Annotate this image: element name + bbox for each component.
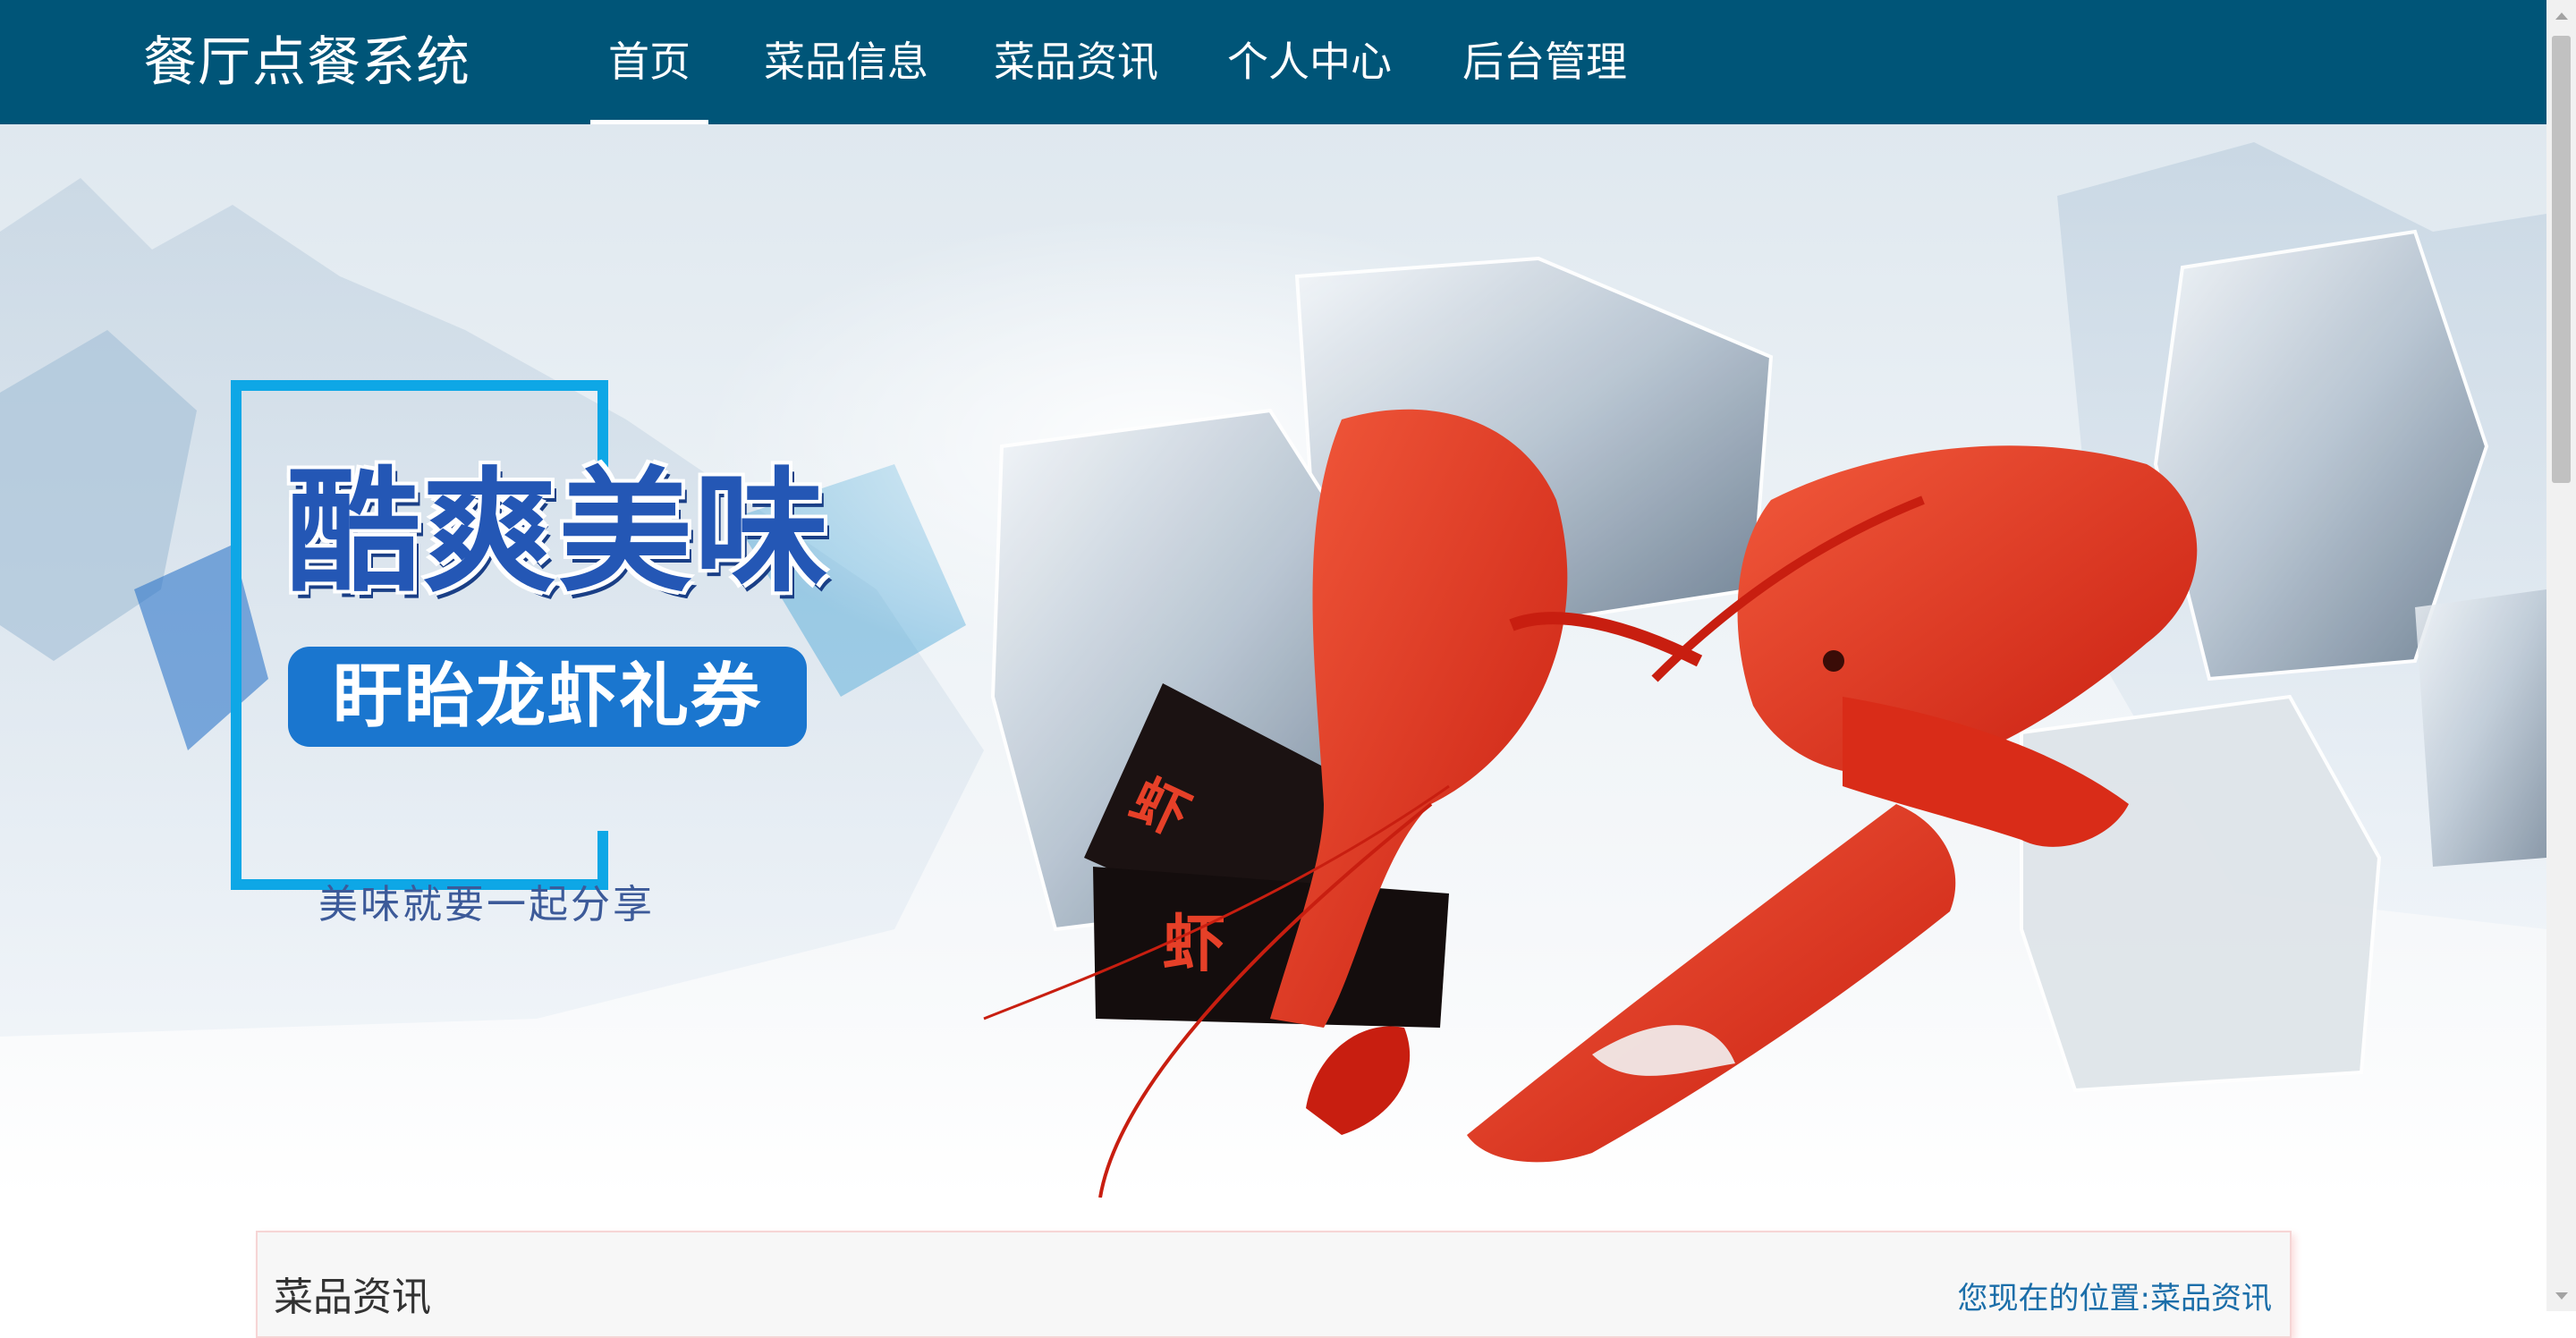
nav-personal-center[interactable]: 个人中心 [1227, 0, 1392, 124]
breadcrumb-prefix: 您现在的位置: [1957, 1281, 2150, 1317]
page-scrollbar[interactable] [2546, 0, 2576, 1311]
top-nav-bar: 餐厅点餐系统 首页 菜品信息 菜品资讯 个人中心 后台管理 [0, 0, 2546, 124]
scroll-up-arrow-icon[interactable] [2546, 0, 2576, 30]
nav-home[interactable]: 首页 [590, 0, 708, 124]
scroll-down-arrow-icon[interactable] [2546, 1282, 2576, 1311]
section-header-panel: 菜品资讯 您现在的位置:菜品资讯 [256, 1231, 2292, 1338]
section-title: 菜品资讯 [274, 1274, 431, 1320]
nav-dish-info[interactable]: 菜品信息 [764, 0, 928, 124]
svg-text:虾: 虾 [1163, 907, 1225, 980]
promo-subline: 美味就要一起分享 [318, 882, 655, 927]
nav-admin[interactable]: 后台管理 [1462, 0, 1627, 124]
scrollbar-thumb[interactable] [2552, 36, 2571, 483]
breadcrumb: 您现在的位置:菜品资讯 [1958, 1279, 2272, 1318]
promo-pill: 盱眙龙虾礼券 [288, 647, 807, 747]
nav-dish-news[interactable]: 菜品资讯 [994, 0, 1158, 124]
promo-headline: 酷爽美味 [286, 455, 831, 611]
breadcrumb-current[interactable]: 菜品资讯 [2150, 1281, 2272, 1317]
site-brand[interactable]: 餐厅点餐系统 [143, 30, 470, 95]
hero-carousel[interactable]: 虾 虾 酷爽美味 盱眙龙虾礼券 美味就要一起分享 [0, 124, 2546, 1198]
